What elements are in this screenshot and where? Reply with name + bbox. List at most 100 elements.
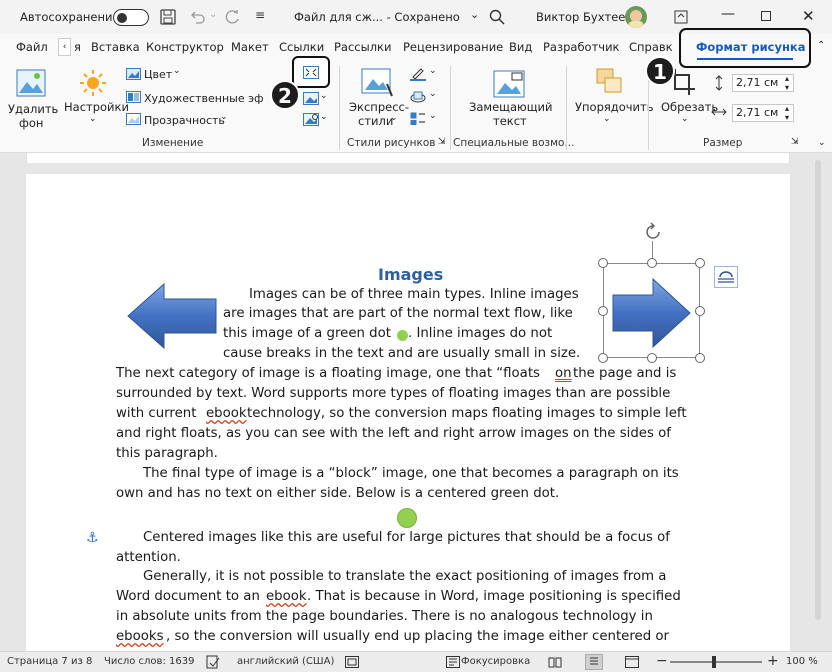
- language-indicator[interactable]: английский (США): [237, 656, 334, 667]
- text-line[interactable]: technology, so the conversion maps float…: [247, 406, 687, 421]
- height-spinner-icon[interactable]: ▴ ▾: [785, 74, 789, 92]
- picture-border-chevron-icon[interactable]: ⌄: [429, 66, 437, 76]
- settings-label[interactable]: Настройки: [64, 100, 129, 114]
- tab-help[interactable]: Справка: [629, 40, 673, 54]
- text-line[interactable]: The final type of image is a “block” ima…: [143, 466, 679, 481]
- ribbon-display-icon[interactable]: [674, 10, 688, 27]
- text-line[interactable]: , so the conversion will usually end up …: [166, 629, 669, 644]
- title-chevron-icon[interactable]: ⌄: [470, 8, 479, 21]
- picture-layout-chevron-icon[interactable]: ⌄: [429, 111, 437, 121]
- arrange-chevron-icon[interactable]: ⌄: [603, 114, 611, 124]
- transparency-icon[interactable]: [126, 113, 141, 128]
- document-heading[interactable]: Images: [378, 265, 443, 284]
- document-title[interactable]: Файл для сж... - Сохранено: [294, 10, 460, 24]
- express-styles-chevron-icon[interactable]: ⌄: [390, 113, 398, 123]
- settings-chevron-icon[interactable]: ⌄: [89, 114, 97, 124]
- change-picture-icon[interactable]: [303, 92, 319, 108]
- text-line[interactable]: cause breaks in the text and are usually…: [223, 346, 580, 361]
- focus-mode-button[interactable]: Фокусировка: [461, 656, 530, 667]
- text-line[interactable]: in absolute units from the page boundari…: [116, 609, 653, 624]
- tab-home-partial[interactable]: я: [74, 40, 81, 54]
- resize-handle-bc[interactable]: [647, 353, 657, 363]
- tab-file[interactable]: Файл: [16, 40, 48, 54]
- redo-icon[interactable]: [225, 9, 241, 28]
- styles-launcher-icon[interactable]: ⇲: [438, 137, 446, 147]
- text-line[interactable]: Word document to an: [116, 589, 260, 604]
- zoom-slider-thumb[interactable]: [712, 656, 716, 668]
- text-line[interactable]: . Inline images do not: [408, 326, 552, 341]
- tab-view[interactable]: Вид: [509, 40, 532, 54]
- color-chevron-icon[interactable]: ⌄: [173, 66, 181, 76]
- resize-handle-tr[interactable]: [695, 258, 705, 268]
- centered-green-dot[interactable]: [397, 508, 417, 528]
- compress-pictures-icon[interactable]: [303, 66, 319, 82]
- text-line[interactable]: the page and is: [573, 366, 676, 381]
- reset-picture-icon[interactable]: [303, 113, 319, 129]
- tab-references[interactable]: Ссылки: [279, 40, 324, 54]
- maximize-button[interactable]: [761, 11, 771, 21]
- search-icon[interactable]: [489, 9, 505, 28]
- crop-chevron-icon[interactable]: ⌄: [681, 114, 689, 124]
- word-count[interactable]: Число слов: 1639: [104, 656, 194, 667]
- save-icon[interactable]: [160, 9, 176, 28]
- remove-background-label[interactable]: Удалить: [8, 102, 58, 116]
- read-mode-icon[interactable]: [548, 656, 562, 671]
- crop-label[interactable]: Обрезать: [661, 100, 718, 114]
- minimize-button[interactable]: —: [721, 6, 735, 22]
- resize-handle-mr[interactable]: [695, 306, 705, 316]
- text-line[interactable]: and right floats, as you can see with th…: [116, 426, 671, 441]
- picture-effects-chevron-icon[interactable]: ⌄: [429, 89, 437, 99]
- transparency-label[interactable]: Прозрачность: [144, 114, 225, 127]
- text-line[interactable]: Generally, it is not possible to transla…: [143, 569, 666, 584]
- tab-mailings[interactable]: Рассылки: [334, 40, 391, 54]
- alt-text-label[interactable]: Замещающий: [469, 100, 553, 114]
- remove-background-label-2[interactable]: фон: [19, 116, 43, 130]
- express-styles-label[interactable]: Экспресс-: [349, 100, 409, 114]
- express-styles-icon[interactable]: [361, 68, 393, 101]
- tab-picture-format[interactable]: Формат рисунка: [696, 40, 805, 54]
- zoom-out-button[interactable]: −: [656, 653, 668, 669]
- proofing-icon[interactable]: [206, 655, 220, 672]
- print-layout-icon[interactable]: [585, 654, 603, 670]
- tab-design[interactable]: Конструктор: [146, 40, 224, 54]
- tab-scroll-left[interactable]: ‹: [58, 38, 71, 56]
- text-line[interactable]: this image of a green dot: [223, 326, 391, 341]
- picture-border-icon[interactable]: [410, 67, 426, 84]
- color-label[interactable]: Цвет: [144, 68, 172, 81]
- picture-layout-icon[interactable]: [410, 112, 426, 129]
- transparency-chevron-icon[interactable]: ⌄: [220, 112, 228, 122]
- spellcheck-word[interactable]: ebook: [206, 406, 247, 421]
- size-launcher-icon[interactable]: ⇲: [791, 137, 799, 147]
- ribbon-scroll-icon[interactable]: ⌄: [818, 138, 826, 148]
- resize-handle-ml[interactable]: [598, 306, 608, 316]
- undo-dropdown-icon[interactable]: ⌄: [209, 9, 217, 20]
- color-icon[interactable]: [126, 68, 141, 83]
- page-counter[interactable]: Страница 7 из 8: [7, 656, 92, 667]
- customize-qat-icon[interactable]: ≡: [255, 8, 265, 22]
- tab-insert[interactable]: Вставка: [91, 40, 140, 54]
- artistic-effects-icon[interactable]: [126, 91, 141, 106]
- accessibility-icon[interactable]: [345, 656, 359, 671]
- text-line[interactable]: are images that are part of the normal t…: [223, 306, 573, 321]
- change-picture-chevron-icon[interactable]: ⌄: [320, 91, 328, 101]
- user-name[interactable]: Виктор Бухтеев: [536, 10, 632, 24]
- inline-green-dot[interactable]: [397, 330, 408, 341]
- tab-developer[interactable]: Разработчик: [543, 40, 620, 54]
- resize-handle-tl[interactable]: [598, 258, 608, 268]
- tab-review[interactable]: Рецензирование: [403, 40, 503, 54]
- spellcheck-word[interactable]: ebook: [266, 589, 307, 604]
- arrange-label[interactable]: Упорядочить: [575, 100, 654, 114]
- rotate-handle-icon[interactable]: [642, 221, 664, 246]
- layout-options-button[interactable]: [714, 266, 738, 288]
- resize-handle-bl[interactable]: [598, 353, 608, 363]
- focus-icon[interactable]: [446, 656, 460, 671]
- alt-text-icon[interactable]: [493, 70, 525, 101]
- arrange-icon[interactable]: [596, 68, 622, 97]
- text-line[interactable]: Centered images like this are useful for…: [143, 530, 670, 545]
- picture-effects-icon[interactable]: [410, 90, 426, 107]
- artistic-effects-label[interactable]: Художественные эффекты: [144, 92, 264, 105]
- zoom-in-button[interactable]: +: [767, 653, 779, 669]
- vertical-scrollbar[interactable]: [815, 160, 821, 620]
- text-line[interactable]: own and has no text on either side. Belo…: [116, 486, 559, 501]
- width-spinner-icon[interactable]: ▴ ▾: [785, 104, 789, 122]
